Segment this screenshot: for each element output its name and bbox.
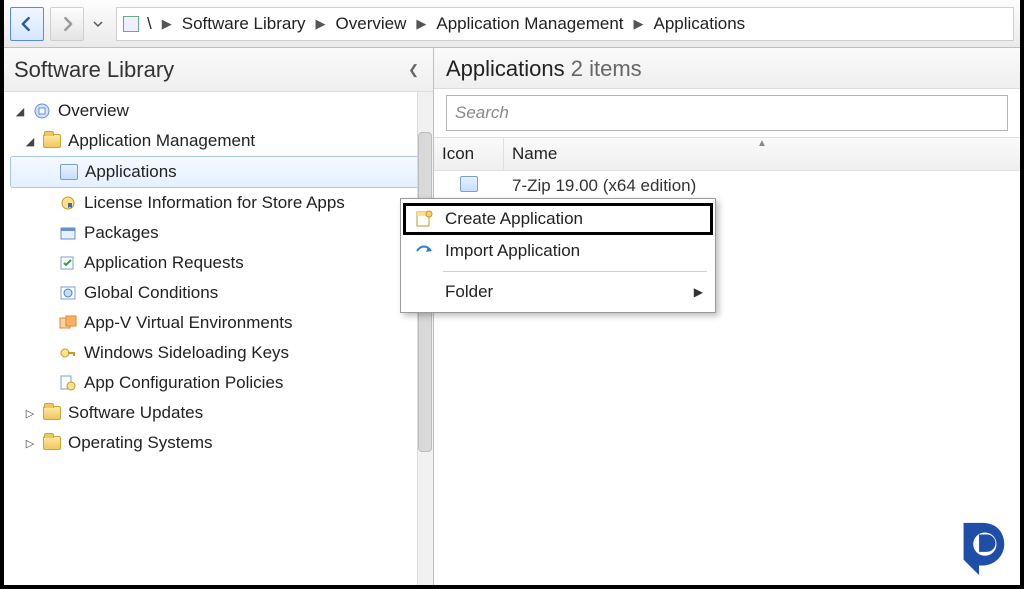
expander-icon[interactable]: ▷ — [24, 437, 36, 449]
tree-item-license-info[interactable]: License Information for Store Apps — [4, 188, 433, 218]
forward-button[interactable] — [50, 7, 84, 41]
context-menu: Create Application Import Application Fo… — [400, 198, 716, 313]
tree-label: Windows Sideloading Keys — [84, 343, 289, 363]
tree-item-global-conditions[interactable]: Global Conditions — [4, 278, 433, 308]
blank-icon — [413, 282, 435, 302]
tree-item-operating-systems[interactable]: ▷ Operating Systems — [4, 428, 433, 458]
breadcrumb-item[interactable]: Overview — [332, 14, 411, 34]
main-panel: Applications 2 items Search Icon ▲ Name … — [434, 48, 1020, 585]
tree-item-packages[interactable]: Packages — [4, 218, 433, 248]
appv-icon — [58, 314, 78, 332]
breadcrumb[interactable]: \ ▶ Software Library ▶ Overview ▶ Applic… — [116, 7, 1014, 41]
tree-label: App-V Virtual Environments — [84, 313, 293, 333]
nav-tree: ◢ Overview ◢ Application Management Appl… — [4, 92, 433, 585]
column-header-icon[interactable]: Icon — [434, 138, 504, 170]
expander-icon[interactable]: ◢ — [14, 105, 26, 117]
breadcrumb-item[interactable]: Applications — [650, 14, 750, 34]
search-placeholder: Search — [455, 103, 509, 123]
import-icon — [413, 241, 435, 261]
sidebar-scrollbar[interactable] — [417, 92, 433, 585]
tree-item-appv[interactable]: App-V Virtual Environments — [4, 308, 433, 338]
tree-label: Global Conditions — [84, 283, 218, 303]
breadcrumb-root[interactable]: \ — [143, 14, 156, 34]
grid-header: Icon ▲ Name — [434, 137, 1020, 171]
column-label: Name — [512, 144, 557, 163]
tree-label: Application Management — [68, 131, 255, 151]
chevron-right-icon: ▶ — [414, 16, 428, 32]
expander-icon[interactable]: ◢ — [24, 135, 36, 147]
folder-icon — [42, 132, 62, 150]
tree-item-sideloading-keys[interactable]: Windows Sideloading Keys — [4, 338, 433, 368]
menu-separator — [443, 271, 707, 272]
tree-label: App Configuration Policies — [84, 373, 283, 393]
tree-item-applications[interactable]: Applications — [10, 156, 427, 188]
row-name: 7-Zip 19.00 (x64 edition) — [504, 176, 1020, 196]
tree-item-app-config-policies[interactable]: App Configuration Policies — [4, 368, 433, 398]
menu-item-folder[interactable]: Folder ▶ — [403, 276, 713, 308]
column-header-name[interactable]: ▲ Name — [504, 138, 1020, 170]
applications-icon — [59, 163, 79, 181]
sort-indicator-icon: ▲ — [757, 138, 767, 149]
menu-label: Folder — [445, 282, 493, 302]
main-title: Applications — [446, 56, 565, 81]
table-row[interactable]: 7-Zip 19.00 (x64 edition) — [434, 171, 1020, 201]
nav-history-dropdown[interactable] — [90, 7, 106, 41]
chevron-right-icon: ▶ — [632, 16, 646, 32]
key-icon — [58, 344, 78, 362]
sidebar-header: Software Library ❮ — [4, 48, 433, 92]
menu-label: Create Application — [445, 209, 583, 229]
tree-label: Software Updates — [68, 403, 203, 423]
breadcrumb-bar: \ ▶ Software Library ▶ Overview ▶ Applic… — [4, 0, 1020, 48]
folder-icon — [42, 434, 62, 452]
tree-label: Overview — [58, 101, 129, 121]
license-icon — [58, 194, 78, 212]
tree-item-application-management[interactable]: ◢ Application Management — [4, 126, 433, 156]
menu-label: Import Application — [445, 241, 580, 261]
menu-item-create-application[interactable]: Create Application — [403, 203, 713, 235]
row-icon — [434, 176, 504, 196]
sidebar-title: Software Library — [14, 57, 174, 83]
tree-item-software-updates[interactable]: ▷ Software Updates — [4, 398, 433, 428]
breadcrumb-item[interactable]: Application Management — [432, 14, 627, 34]
tree-label: Application Requests — [84, 253, 244, 273]
expander-icon[interactable]: ▷ — [24, 407, 36, 419]
submenu-arrow-icon: ▶ — [694, 285, 703, 299]
main-header: Applications 2 items — [434, 48, 1020, 89]
back-button[interactable] — [10, 7, 44, 41]
request-icon — [58, 254, 78, 272]
tree-label: Applications — [85, 162, 177, 182]
collapse-sidebar-button[interactable]: ❮ — [404, 60, 423, 80]
tree-label: Packages — [84, 223, 159, 243]
chevron-right-icon: ▶ — [160, 16, 174, 32]
globe-icon — [58, 284, 78, 302]
tree-label: Operating Systems — [68, 433, 213, 453]
breadcrumb-root-icon — [123, 16, 139, 32]
policy-icon — [58, 374, 78, 392]
sidebar: Software Library ❮ ◢ Overview ◢ Applicat… — [4, 48, 434, 585]
item-count: 2 items — [571, 56, 642, 81]
search-input[interactable]: Search — [446, 95, 1008, 131]
watermark-logo — [950, 517, 1012, 579]
tree-item-overview[interactable]: ◢ Overview — [4, 96, 433, 126]
package-icon — [58, 224, 78, 242]
tree-label: License Information for Store Apps — [84, 193, 345, 213]
overview-icon — [32, 102, 52, 120]
create-icon — [413, 209, 435, 229]
tree-item-app-requests[interactable]: Application Requests — [4, 248, 433, 278]
folder-icon — [42, 404, 62, 422]
menu-item-import-application[interactable]: Import Application — [403, 235, 713, 267]
breadcrumb-item[interactable]: Software Library — [178, 14, 310, 34]
chevron-right-icon: ▶ — [314, 16, 328, 32]
